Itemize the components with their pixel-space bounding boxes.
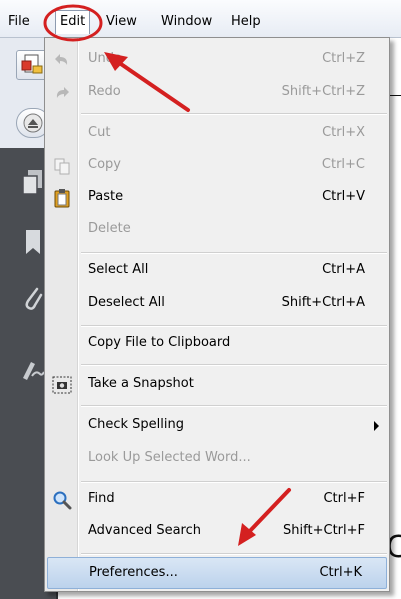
- undo-label: Undo: [88, 51, 122, 66]
- find-shortcut: Ctrl+F: [323, 491, 365, 506]
- menu-edit[interactable]: Edit: [55, 10, 91, 34]
- deselect-all-label: Deselect All: [88, 295, 165, 310]
- menu-separator: [81, 553, 387, 555]
- menu-separator: [81, 325, 387, 327]
- snapshot-label: Take a Snapshot: [88, 376, 194, 391]
- redo-shortcut: Shift+Ctrl+Z: [281, 84, 365, 99]
- menu-separator: [81, 405, 387, 407]
- submenu-arrow-icon: [374, 421, 379, 431]
- menu-item-delete[interactable]: Delete: [45, 214, 389, 246]
- menu-item-copy[interactable]: Copy Ctrl+C: [45, 150, 389, 182]
- look-up-label: Look Up Selected Word...: [88, 450, 251, 465]
- cut-shortcut: Ctrl+X: [322, 125, 365, 140]
- preferences-shortcut: Ctrl+K: [319, 565, 362, 580]
- menu-separator: [81, 113, 387, 115]
- cut-label: Cut: [88, 125, 111, 140]
- menu-item-redo[interactable]: Redo Shift+Ctrl+Z: [45, 77, 389, 109]
- menu-item-advanced-search[interactable]: Advanced Search Shift+Ctrl+F: [45, 516, 389, 548]
- menu-item-cut[interactable]: Cut Ctrl+X: [45, 118, 389, 150]
- pages-icon[interactable]: [20, 168, 46, 198]
- menu-item-copy-file-to-clipboard[interactable]: Copy File to Clipboard: [45, 328, 389, 360]
- menu-item-look-up-word[interactable]: Look Up Selected Word...: [45, 443, 389, 475]
- edit-menu: Undo Ctrl+Z Redo Shift+Ctrl+Z Cut Ctrl+X…: [44, 37, 390, 592]
- bookmarks-icon[interactable]: [20, 228, 46, 258]
- deselect-all-shortcut: Shift+Ctrl+A: [281, 295, 365, 310]
- copy-shortcut: Ctrl+C: [321, 157, 365, 172]
- preferences-label: Preferences...: [89, 565, 178, 580]
- undo-icon: [55, 54, 68, 65]
- attachments-icon[interactable]: [20, 283, 46, 313]
- redo-label: Redo: [88, 84, 121, 99]
- menu-view[interactable]: View: [103, 12, 140, 32]
- menu-separator: [81, 364, 387, 366]
- menu-separator: [81, 252, 387, 254]
- menu-item-paste[interactable]: Paste Ctrl+V: [45, 182, 389, 214]
- advanced-search-shortcut: Shift+Ctrl+F: [283, 523, 365, 538]
- menu-item-check-spelling[interactable]: Check Spelling: [45, 410, 389, 442]
- undo-shortcut: Ctrl+Z: [322, 51, 365, 66]
- copy-label: Copy: [88, 157, 121, 172]
- menu-bar: File Edit View Window Help: [0, 0, 401, 38]
- copy-icon: [54, 158, 70, 175]
- signatures-icon[interactable]: [20, 356, 46, 386]
- select-all-label: Select All: [88, 262, 149, 277]
- menu-item-take-snapshot[interactable]: Take a Snapshot: [45, 369, 389, 401]
- copy-file-label: Copy File to Clipboard: [88, 335, 231, 350]
- advanced-search-label: Advanced Search: [88, 523, 202, 538]
- redo-icon: [56, 87, 69, 98]
- menu-separator: [81, 481, 387, 483]
- menu-item-select-all[interactable]: Select All Ctrl+A: [45, 255, 389, 287]
- snapshot-icon: [52, 376, 72, 394]
- select-all-shortcut: Ctrl+A: [322, 262, 365, 277]
- menu-window[interactable]: Window: [158, 12, 215, 32]
- menu-file[interactable]: File: [5, 12, 33, 32]
- check-spelling-label: Check Spelling: [88, 417, 184, 432]
- paste-shortcut: Ctrl+V: [322, 189, 365, 204]
- menu-item-find[interactable]: Find Ctrl+F: [45, 484, 389, 516]
- find-label: Find: [88, 491, 115, 506]
- find-icon: [53, 491, 72, 510]
- paste-icon: [54, 189, 70, 208]
- menu-item-deselect-all[interactable]: Deselect All Shift+Ctrl+A: [45, 288, 389, 320]
- menu-help[interactable]: Help: [228, 12, 264, 32]
- paste-label: Paste: [88, 189, 124, 204]
- delete-label: Delete: [88, 221, 131, 236]
- menu-item-preferences[interactable]: Preferences... Ctrl+K: [47, 557, 387, 589]
- menu-item-undo[interactable]: Undo Ctrl+Z: [45, 44, 389, 76]
